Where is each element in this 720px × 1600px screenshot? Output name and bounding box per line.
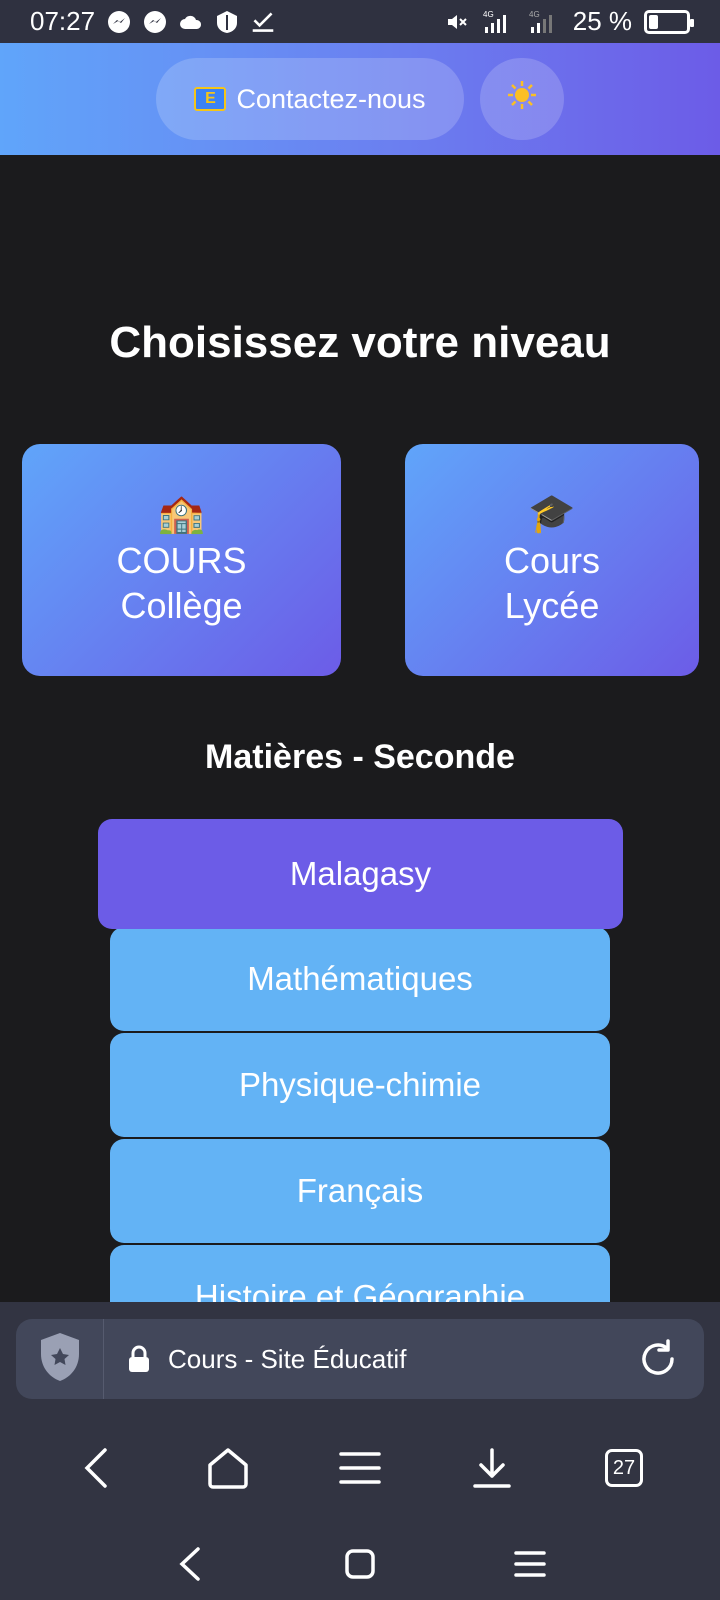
system-recents-button[interactable]: [500, 1534, 560, 1594]
signal-icon: 4G: [481, 10, 515, 34]
school-icon: 🏫: [157, 493, 206, 535]
system-back-button[interactable]: [160, 1534, 220, 1594]
battery-fill: [649, 14, 658, 29]
back-button[interactable]: [66, 1438, 126, 1498]
lycee-level-card[interactable]: 🎓 Cours Lycée: [405, 444, 699, 676]
svg-text:4G: 4G: [483, 10, 494, 19]
shield-icon: [38, 1331, 82, 1388]
envelope-icon: E: [194, 87, 227, 111]
level-label-line1: COURS: [116, 540, 247, 581]
messenger-icon: [143, 10, 167, 34]
home-button[interactable]: [198, 1438, 258, 1498]
level-label-line2: Lycée: [504, 585, 600, 626]
theme-toggle-button[interactable]: [480, 58, 564, 140]
sun-icon: [507, 80, 537, 118]
tracking-protection-button[interactable]: [16, 1319, 104, 1399]
tab-count: 27: [605, 1449, 643, 1487]
download-done-icon: [251, 10, 275, 34]
address-bar[interactable]: Cours - Site Éducatif: [16, 1319, 704, 1399]
status-bar: 07:27 4G 4G 25 %: [0, 0, 720, 43]
reload-button[interactable]: [636, 1337, 680, 1381]
subject-physique-chimie[interactable]: Physique-chimie: [110, 1033, 610, 1137]
browser-toolbar: Cours - Site Éducatif 27: [0, 1302, 720, 1600]
subject-mathematiques[interactable]: Mathématiques: [110, 927, 610, 1031]
subject-francais[interactable]: Français: [110, 1139, 610, 1243]
page-title: Choisissez votre niveau: [109, 318, 611, 367]
battery-icon: [644, 9, 694, 34]
lock-icon: [124, 1344, 154, 1374]
browser-nav-row: 27: [0, 1428, 720, 1508]
tabs-button[interactable]: 27: [594, 1438, 654, 1498]
level-label-line1: Cours: [503, 540, 601, 581]
mute-icon: [445, 10, 469, 34]
messenger-icon: [107, 10, 131, 34]
subject-malagasy[interactable]: Malagasy: [98, 819, 623, 929]
cloud-icon: [179, 10, 203, 34]
contact-label: Contactez-nous: [236, 83, 426, 114]
level-label-line2: Collège: [120, 585, 243, 626]
subjects-title: Matières - Seconde: [205, 738, 515, 776]
page-title-in-url: Cours - Site Éducatif: [168, 1343, 407, 1374]
signal-icon: 4G: [527, 10, 561, 34]
status-time: 07:27: [30, 6, 96, 36]
svg-text:4G: 4G: [529, 10, 540, 19]
site-header: E Contactez-nous: [0, 43, 720, 155]
college-level-card[interactable]: 🏫 COURS Collège: [22, 444, 341, 676]
system-home-button[interactable]: [330, 1534, 390, 1594]
contact-button[interactable]: E Contactez-nous: [156, 58, 464, 140]
download-button[interactable]: [462, 1438, 522, 1498]
battery-percent: 25 %: [572, 6, 632, 36]
menu-button[interactable]: [330, 1438, 390, 1498]
system-nav-bar: [0, 1528, 720, 1600]
shield-app-icon: [215, 10, 239, 34]
graduation-cap-icon: 🎓: [528, 493, 576, 535]
